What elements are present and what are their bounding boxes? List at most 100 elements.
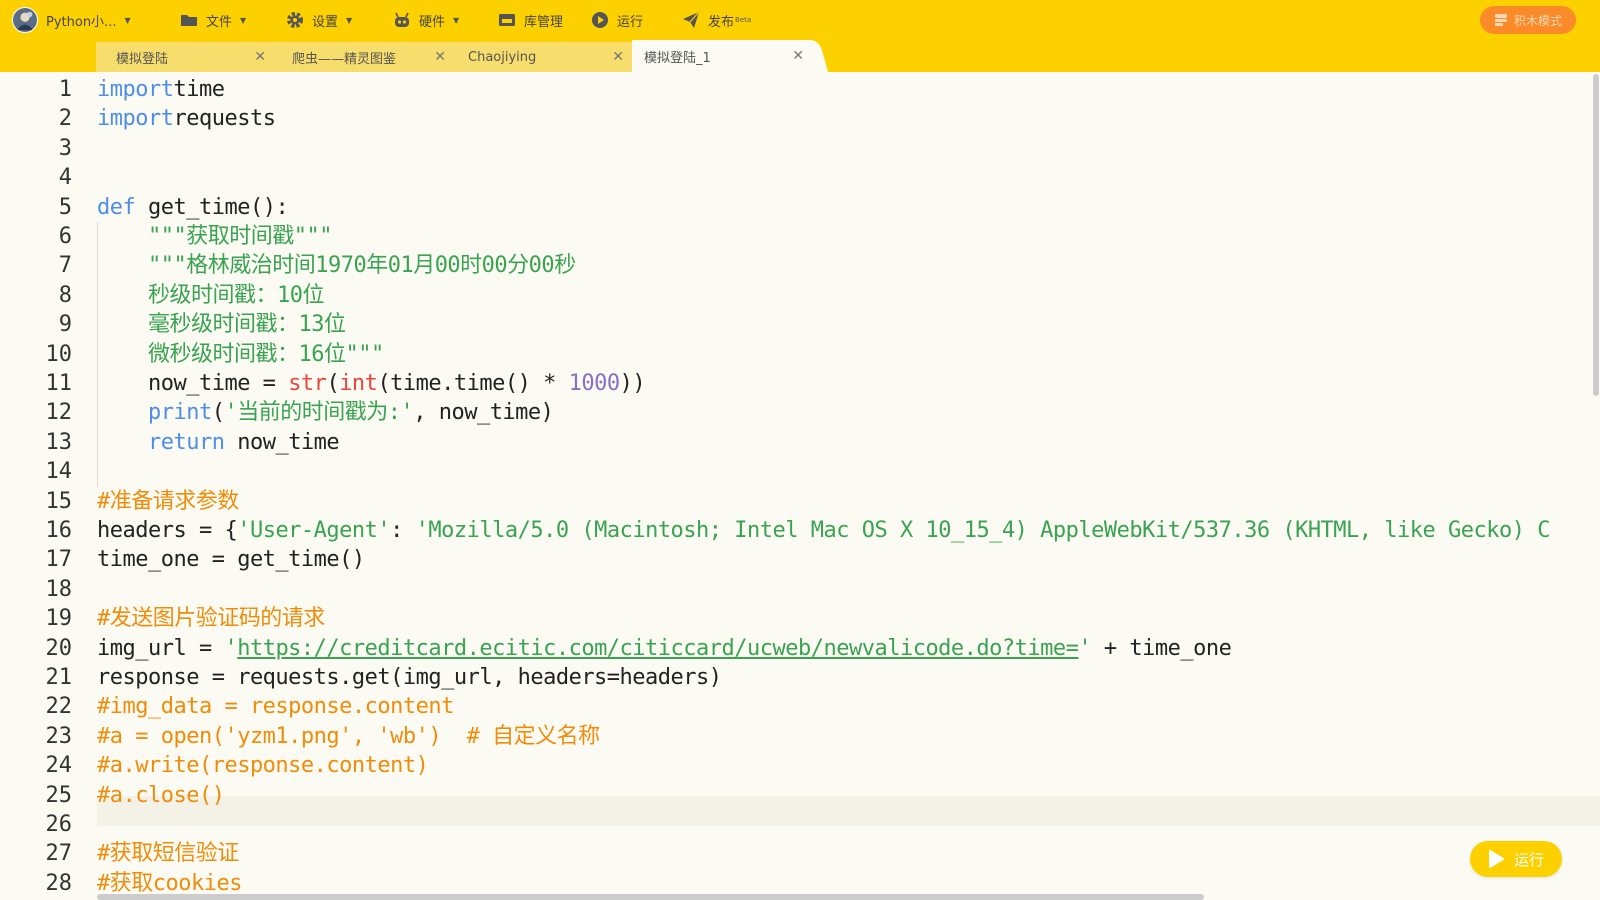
chevron-down-icon: ▼ [453, 15, 460, 25]
block-mode-button[interactable]: 积木模式 [1480, 6, 1576, 34]
tab-spider-sprite[interactable]: 爬虫——精灵图鉴 ✕ [274, 42, 454, 72]
line-number: 19 [45, 606, 73, 632]
code-token: + time_one [1091, 635, 1232, 661]
code-token: ' [1078, 635, 1092, 661]
code-line: response = requests.get(img_url, headers… [97, 663, 722, 693]
code-token: img_url = [97, 635, 225, 661]
code-line: #a.close() [97, 781, 225, 811]
close-icon[interactable]: ✕ [254, 49, 266, 65]
tab-simulated-login[interactable]: 模拟登陆 ✕ [96, 42, 274, 72]
code-line: now_time = str(int(time.time() * 1000)) [97, 369, 646, 399]
file-menu[interactable]: 文件 ▼ [180, 0, 246, 40]
settings-menu-label: 设置 [312, 14, 339, 30]
code-line: importrequests [97, 104, 276, 134]
library-manager-label: 库管理 [524, 14, 564, 30]
code-token: #a = open('yzm1.png', 'wb') # 自定义名称 [97, 723, 600, 749]
code-line: return now_time [97, 428, 340, 458]
code-token: #发送图片验证码的请求 [97, 606, 325, 632]
line-number: 12 [45, 400, 73, 426]
blocks-icon [1494, 13, 1508, 27]
tab-label: 爬虫——精灵图鉴 [292, 51, 397, 67]
code-token: def [97, 194, 136, 220]
line-number: 28 [45, 870, 73, 896]
code-token: #获取cookies [97, 870, 242, 896]
line-number: 4 [58, 165, 72, 191]
file-menu-label: 文件 [206, 14, 233, 30]
code-line: #img_data = response.content [97, 692, 454, 722]
close-icon[interactable]: ✕ [434, 49, 446, 65]
code-line: importtime [97, 75, 225, 105]
code-token: #准备请求参数 [97, 488, 239, 514]
line-number: 2 [58, 106, 72, 132]
tab-simulated-login-1[interactable]: 模拟登陆_1 ✕ [632, 40, 812, 72]
chevron-down-icon: ▼ [240, 15, 247, 25]
code-token: """格林威治时间1970年01月00时00分00秒 [147, 253, 576, 279]
close-icon[interactable]: ✕ [612, 49, 624, 65]
tab-chaojiying[interactable]: Chaojiying ✕ [454, 42, 632, 72]
settings-menu[interactable]: 设置 ▼ [286, 0, 352, 40]
floating-run-label: 运行 [1513, 850, 1544, 869]
code-token: #获取短信验证 [97, 841, 239, 867]
run-menu-button[interactable]: 运行 [591, 0, 643, 40]
code-line: #a.write(response.content) [97, 751, 429, 781]
code-area[interactable]: importtime importrequests def get_time(): … [97, 72, 1600, 900]
tab-bar: 模拟登陆 ✕ 爬虫——精灵图鉴 ✕ Chaojiying ✕ 模拟登陆_1 ✕ [0, 40, 1600, 72]
code-line: #准备请求参数 [97, 487, 239, 517]
code-token: ( [326, 371, 340, 396]
robot-icon [393, 11, 411, 29]
code-token: ' [224, 635, 238, 661]
code-line: print('当前的时间戳为:', now_time) [97, 398, 554, 428]
code-editor[interactable]: 1 2 3 4 5 6 7 8 9 10 11 12 13 14 15 16 17 18 19 20 21 22 23 24 2… [0, 72, 1600, 900]
hardware-menu[interactable]: 硬件 ▼ [393, 0, 459, 40]
folder-icon [180, 11, 198, 29]
publish-button[interactable]: 发布 Beta [682, 0, 751, 40]
horizontal-scrollbar[interactable] [97, 894, 1204, 900]
block-mode-label: 积木模式 [1513, 13, 1562, 28]
floating-run-button[interactable]: 运行 [1470, 841, 1562, 877]
project-menu[interactable]: Python小... ▼ [12, 0, 131, 40]
play-icon [1488, 850, 1504, 868]
line-number: 22 [45, 694, 73, 720]
code-token: now_time [224, 429, 340, 455]
code-token: print [147, 400, 212, 426]
code-token: str [288, 371, 327, 396]
close-icon[interactable]: ✕ [792, 48, 804, 64]
code-token: '当前的时间戳为:' [224, 400, 414, 426]
code-line: time_one = get_time() [97, 545, 365, 575]
code-token: int [339, 371, 378, 396]
code-token: 'User-Agent' [237, 518, 391, 543]
code-token: #img_data = response.content [97, 694, 454, 720]
tab-corner [810, 40, 828, 72]
line-number: 5 [58, 194, 72, 220]
code-line: 毫秒级时间戳：13位 [97, 310, 346, 340]
code-token: headers = { [97, 518, 238, 543]
code-token: 微秒级时间戳：16位""" [147, 341, 384, 367]
line-number-gutter: 1 2 3 4 5 6 7 8 9 10 11 12 13 14 15 16 17 18 19 20 21 22 23 24 2… [0, 72, 92, 900]
chevron-down-icon: ▼ [346, 15, 353, 25]
code-token: import [97, 77, 174, 102]
line-number: 16 [45, 518, 73, 543]
code-token: now_time = [97, 371, 289, 396]
library-manager-button[interactable]: 库管理 [498, 0, 563, 40]
line-number: 9 [58, 312, 72, 338]
line-number: 11 [45, 371, 73, 396]
vertical-scrollbar[interactable] [1593, 74, 1599, 396]
code-token: #a.close() [97, 782, 225, 808]
code-line: img_url = 'https://creditcard.ecitic.com… [97, 634, 1232, 664]
gear-icon [286, 11, 304, 29]
code-line: headers = {'User-Agent': 'Mozilla/5.0 (M… [97, 516, 1550, 546]
code-token: return [147, 429, 225, 455]
code-token: time_one = get_time() [97, 547, 365, 573]
tab-label: 模拟登陆_1 [644, 50, 711, 66]
project-label: Python小... [46, 14, 117, 30]
beta-badge: Beta [735, 16, 752, 24]
play-circle-icon [591, 11, 609, 29]
line-number: 25 [45, 782, 73, 808]
code-token: )) [619, 371, 646, 396]
code-token: response = requests.get(img_url, headers… [97, 665, 722, 690]
